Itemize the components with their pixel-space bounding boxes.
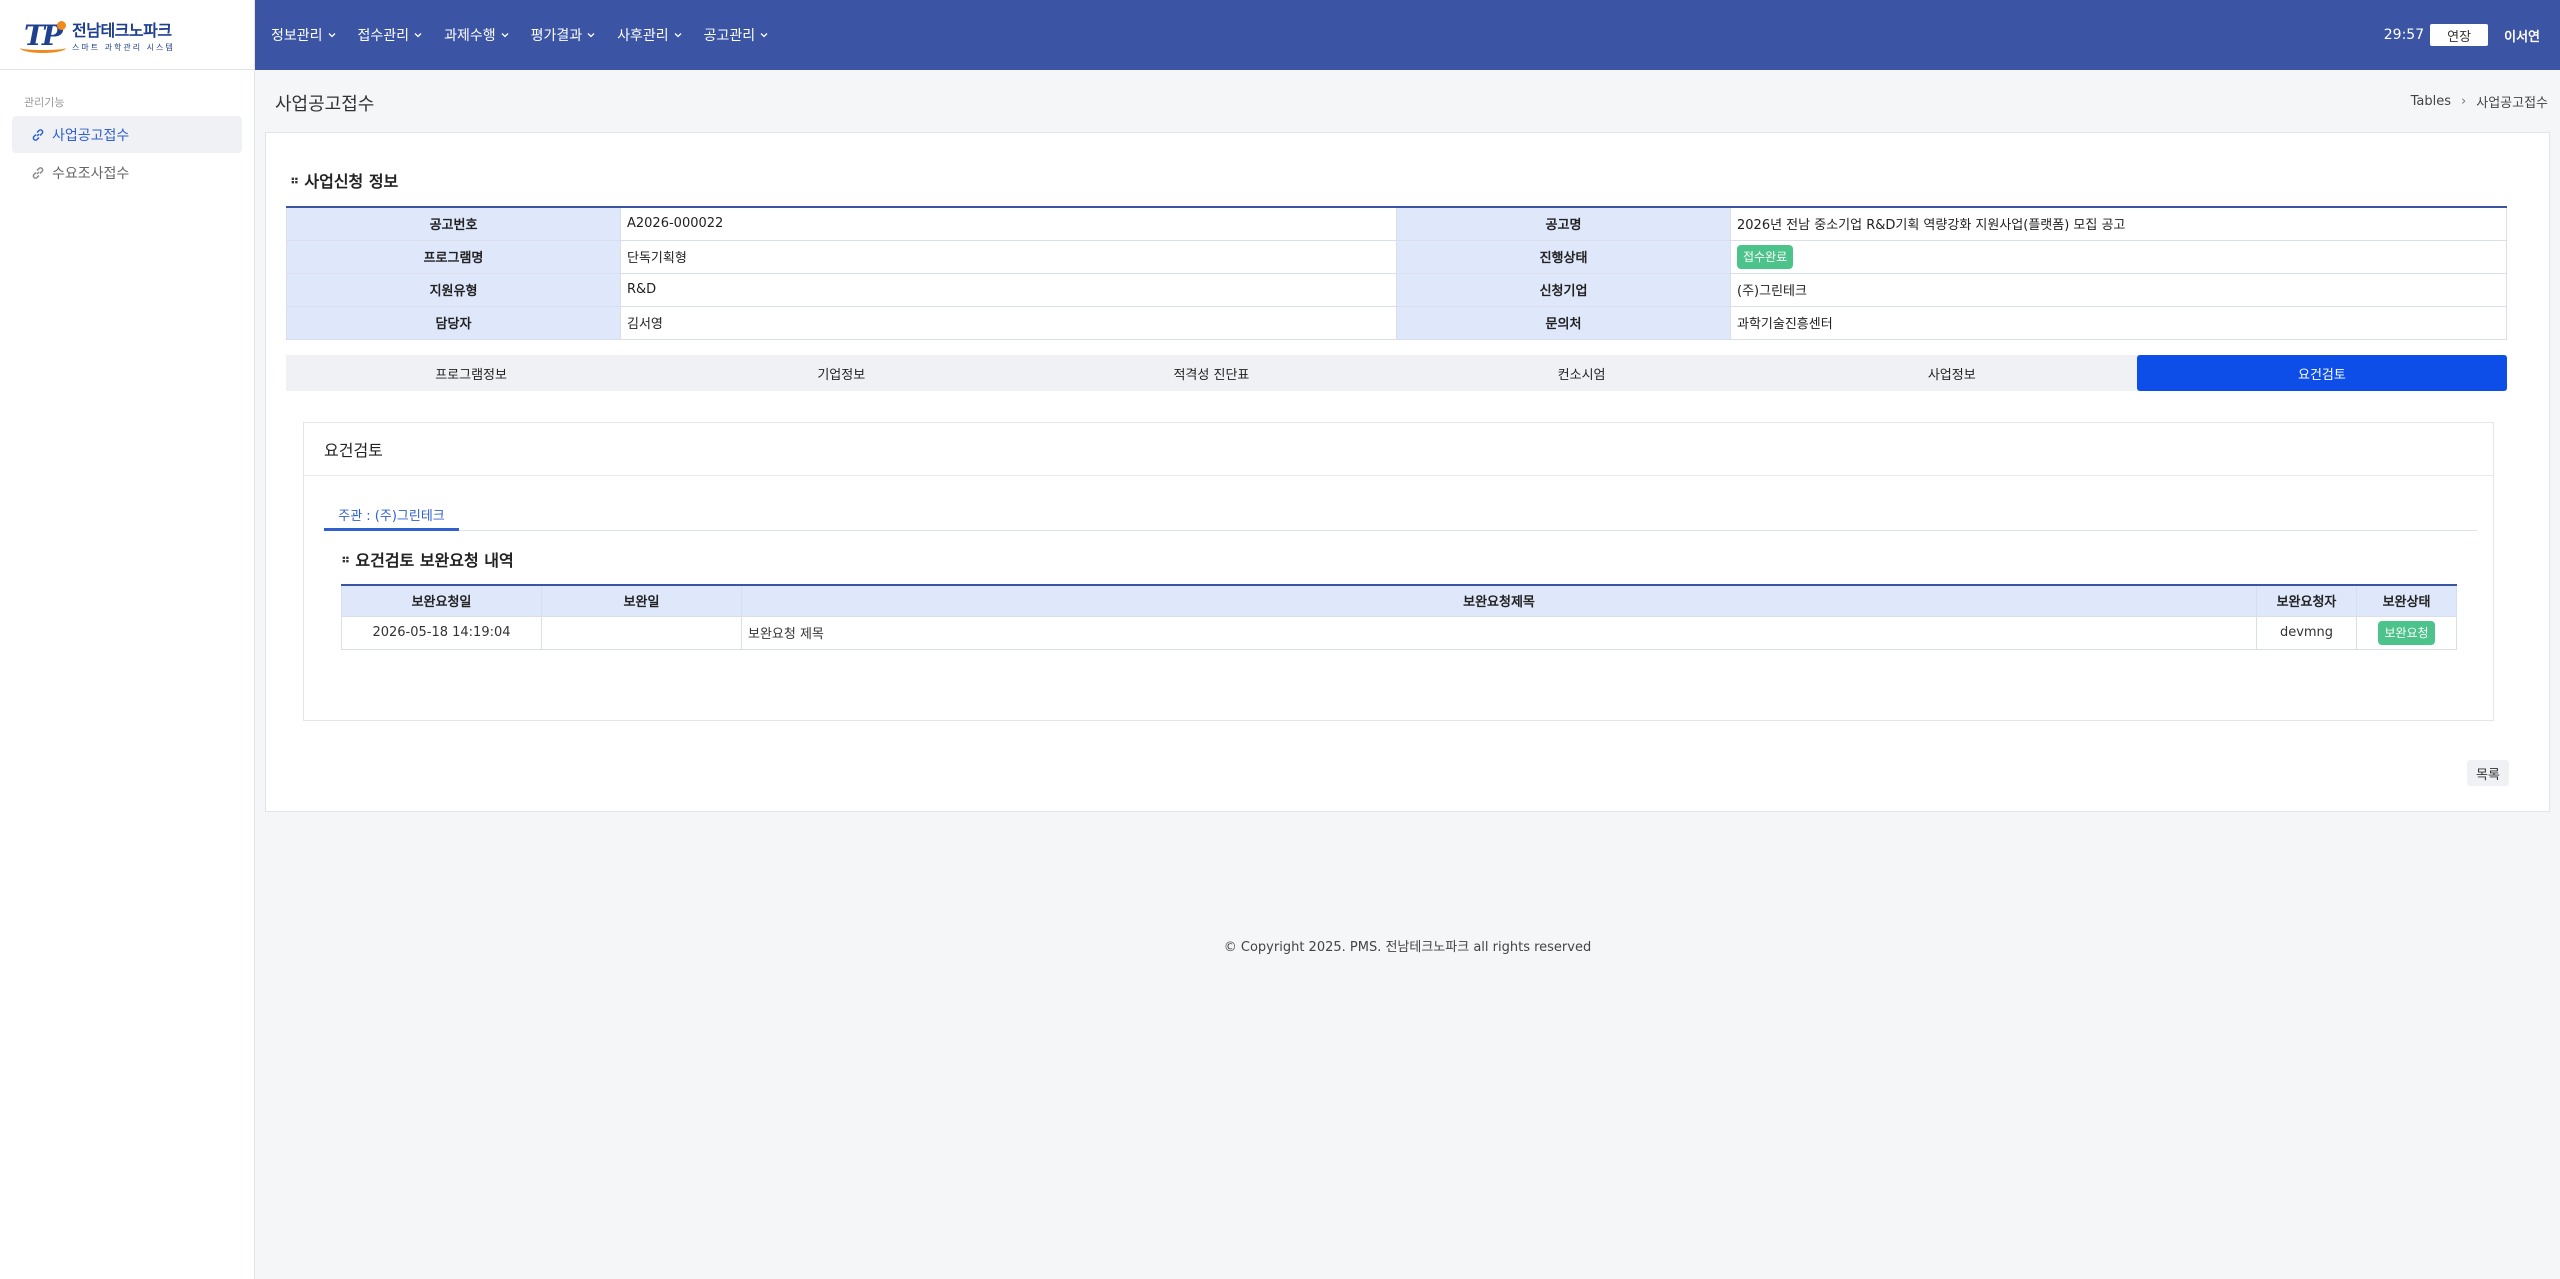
main-menu: 정보관리 접수관리 과제수행 평가결과 사후관리 공고관리 [255,25,790,45]
supplement-request-table: 보완요청일 보완일 보완요청제목 보완요청자 보완상태 2026-05-18 1… [341,584,2457,650]
chevron-down-icon [674,33,682,38]
label-contact: 문의처 [1396,305,1731,340]
list-button[interactable]: 목록 [2467,760,2509,786]
footer-copyright: © Copyright 2025. PMS. 전남테크노파크 all right… [1223,940,1592,955]
column-request-date: 보완요청일 [341,584,542,617]
value-contact: 과학기술진흥센터 [1730,305,2507,340]
label-notice-number: 공고번호 [286,206,621,241]
supplement-history-title: ⠶ 요건검토 보완요청 내역 [341,551,514,570]
menu-project-execution[interactable]: 과제수행 [444,25,509,45]
sidebar-item-business-notice[interactable]: 사업공고접수 [12,116,242,153]
logo[interactable]: TP 전남테크노파크 스마트 과학관리 시스템 [0,0,254,70]
tab-consortium[interactable]: 컨소시엄 [1397,355,1767,391]
label-notice-name: 공고명 [1396,206,1731,241]
supplement-status-badge: 보완요청 [2378,620,2435,645]
tab-lead-organization[interactable]: 주관 : (주)그린테크 [324,501,459,531]
value-applicant-company: (주)그린테크 [1730,272,2507,307]
main-card: ⠶ 사업신청 정보 공고번호 A2026-000022 공고명 2026년 전남… [265,132,2550,812]
value-manager: 김서영 [620,305,1397,340]
requirement-review-header: 요건검토 [304,423,2493,476]
page-title: 사업공고접수 [275,94,375,115]
tab-requirement-review[interactable]: 요건검토 [2136,355,2508,391]
cell-request-date: 2026-05-18 14:19:04 [341,615,542,650]
tab-business-info[interactable]: 사업정보 [1767,355,2137,391]
column-requester: 보완요청자 [2256,584,2357,617]
grip-icon: ⠶ [341,552,351,566]
sidebar-item-demand-survey[interactable]: 수요조사접수 [12,154,242,191]
label-program-name: 프로그램명 [286,239,621,274]
label-manager: 담당자 [286,305,621,340]
chevron-right-icon: › [2461,94,2467,109]
menu-reception-management[interactable]: 접수관리 [358,25,423,45]
menu-notice-management[interactable]: 공고관리 [704,25,769,45]
chevron-down-icon [587,33,595,38]
table-header-row: 보완요청일 보완일 보완요청제목 보완요청자 보완상태 [341,584,2457,617]
breadcrumb-root[interactable]: Tables [2411,94,2451,109]
value-notice-name: 2026년 전남 중소기업 R&D기획 역량강화 지원사업(플랫폼) 모집 공고 [1730,206,2507,241]
column-request-title: 보완요청제목 [741,584,2257,617]
tab-eligibility-checklist[interactable]: 적격성 진단표 [1026,355,1396,391]
column-complete-date: 보완일 [541,584,742,617]
tab-program-info[interactable]: 프로그램정보 [286,355,656,391]
application-info-table: 공고번호 A2026-000022 공고명 2026년 전남 중소기업 R&D기… [286,206,2507,340]
cell-request-title[interactable]: 보완요청 제목 [741,615,2257,650]
grip-icon: ⠶ [290,173,300,187]
table-row: 지원유형 R&D 신청기업 (주)그린테크 [286,272,2507,307]
organization-tabs: 주관 : (주)그린테크 [324,501,2477,531]
application-info-title: ⠶ 사업신청 정보 [290,172,399,191]
column-status: 보완상태 [2356,584,2457,617]
link-icon [32,166,44,179]
requirement-review-panel: 요건검토 주관 : (주)그린테크 ⠶ 요건검토 보완요청 내역 보완요청일 보… [303,422,2494,721]
tab-company-info[interactable]: 기업정보 [656,355,1026,391]
extend-session-button[interactable]: 연장 [2430,24,2489,46]
session-timer: 29:57 [2383,27,2425,43]
link-icon [32,128,44,141]
label-applicant-company: 신청기업 [1396,272,1731,307]
sidebar-item-label: 사업공고접수 [52,127,130,144]
value-notice-number: A2026-000022 [620,206,1397,241]
sidebar-group-label: 관리기능 [24,96,65,109]
value-support-type: R&D [620,272,1397,307]
status-badge: 접수완료 [1737,244,1794,269]
logo-subtitle: 스마트 과학관리 시스템 [72,42,175,52]
cell-requester: devmng [2256,615,2357,650]
table-row: 담당자 김서영 문의처 과학기술진흥센터 [286,305,2507,340]
cell-complete-date [541,615,742,650]
breadcrumb: Tables › 사업공고접수 [2411,92,2548,111]
menu-evaluation-results[interactable]: 평가결과 [531,25,596,45]
chevron-down-icon [501,33,509,38]
breadcrumb-current: 사업공고접수 [2476,96,2548,111]
table-row: 프로그램명 단독기획형 진행상태 접수완료 [286,239,2507,274]
menu-follow-up-management[interactable]: 사후관리 [617,25,682,45]
user-name[interactable]: 이서연 [2504,26,2540,45]
chevron-down-icon [328,33,335,38]
logo-title: 전남테크노파크 [72,20,172,40]
value-program-name: 단독기획형 [620,239,1397,274]
label-support-type: 지원유형 [286,272,621,307]
logo-mark-icon: TP [20,19,66,53]
top-nav: 정보관리 접수관리 과제수행 평가결과 사후관리 공고관리 29:57 연장 이… [255,0,2560,70]
sidebar: TP 전남테크노파크 스마트 과학관리 시스템 관리기능 사업공고접수 수요조사… [0,0,255,1279]
chevron-down-icon [414,33,422,38]
table-row[interactable]: 2026-05-18 14:19:04 보완요청 제목 devmng 보완요청 [341,615,2457,650]
table-row: 공고번호 A2026-000022 공고명 2026년 전남 중소기업 R&D기… [286,206,2507,241]
chevron-down-icon [760,33,768,38]
sidebar-item-label: 수요조사접수 [52,165,130,182]
detail-tabs: 프로그램정보 기업정보 적격성 진단표 컨소시엄 사업정보 요건검토 [286,355,2508,391]
menu-info-management[interactable]: 정보관리 [271,25,336,45]
label-progress-status: 진행상태 [1396,239,1731,274]
